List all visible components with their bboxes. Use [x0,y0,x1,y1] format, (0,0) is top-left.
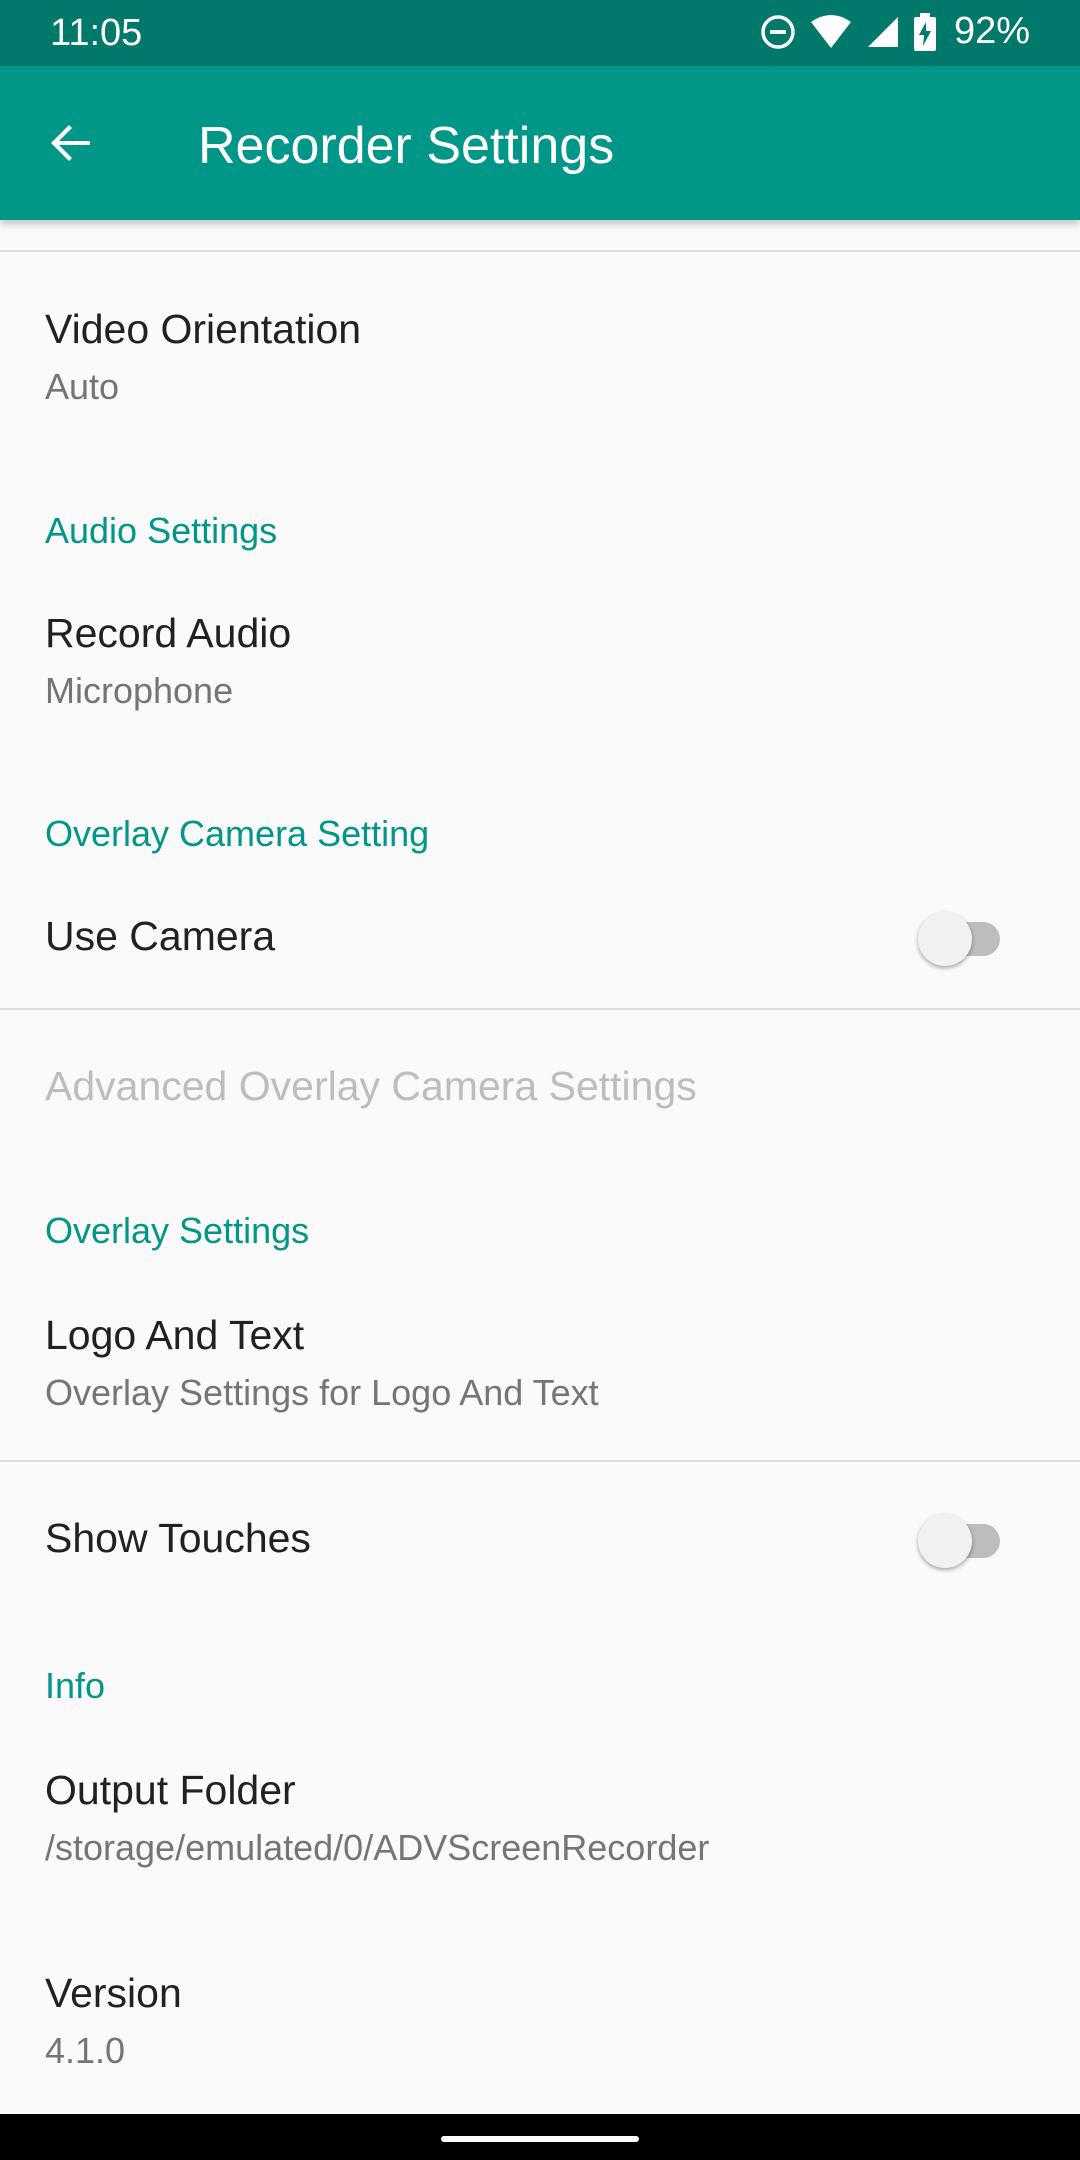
category-audio-settings: Audio Settings [45,510,278,551]
top-divider [0,250,1080,252]
status-icons: 92% [760,10,1030,53]
pref-title: Record Audio [45,610,292,656]
pref-title: Advanced Overlay Camera Settings [45,1063,697,1109]
toggle-thumb [918,1514,972,1568]
use-camera-toggle[interactable] [918,906,1004,966]
pref-summary: Overlay Settings for Logo And Text [45,1372,599,1413]
divider [0,1008,1080,1010]
category-overlay-settings: Overlay Settings [45,1210,310,1251]
dnd-icon [761,14,795,49]
category-overlay-camera: Overlay Camera Setting [45,813,430,854]
pref-summary: Auto [45,366,120,407]
pref-title: Logo And Text [45,1312,305,1358]
toggle-thumb [918,912,972,966]
page-title: Recorder Settings [198,117,615,175]
battery-charging-icon [913,12,936,51]
pref-summary: /storage/emulated/0/ADVScreenRecorder [45,1827,710,1868]
wifi-icon [810,14,851,48]
pref-title: Show Touches [45,1515,311,1561]
pref-summary: 4.1.0 [45,2030,126,2071]
pref-summary: Microphone [45,670,234,711]
divider [0,1460,1080,1462]
navigation-bar [0,2114,1080,2160]
home-gesture-handle[interactable] [441,2136,639,2142]
status-bar: 11:05 92% [0,0,1080,66]
app-bar: Recorder Settings [0,66,1080,220]
show-touches-toggle[interactable] [918,1508,1004,1568]
pref-title: Version [45,1970,182,2016]
pref-title: Use Camera [45,913,276,959]
pref-title: Output Folder [45,1767,296,1813]
arrow-back-icon[interactable] [40,111,104,175]
pref-title: Video Orientation [45,306,362,352]
status-time: 11:05 [50,12,143,54]
category-info: Info [45,1665,106,1706]
battery-percentage: 92% [953,10,1030,52]
signal-icon [867,16,898,47]
